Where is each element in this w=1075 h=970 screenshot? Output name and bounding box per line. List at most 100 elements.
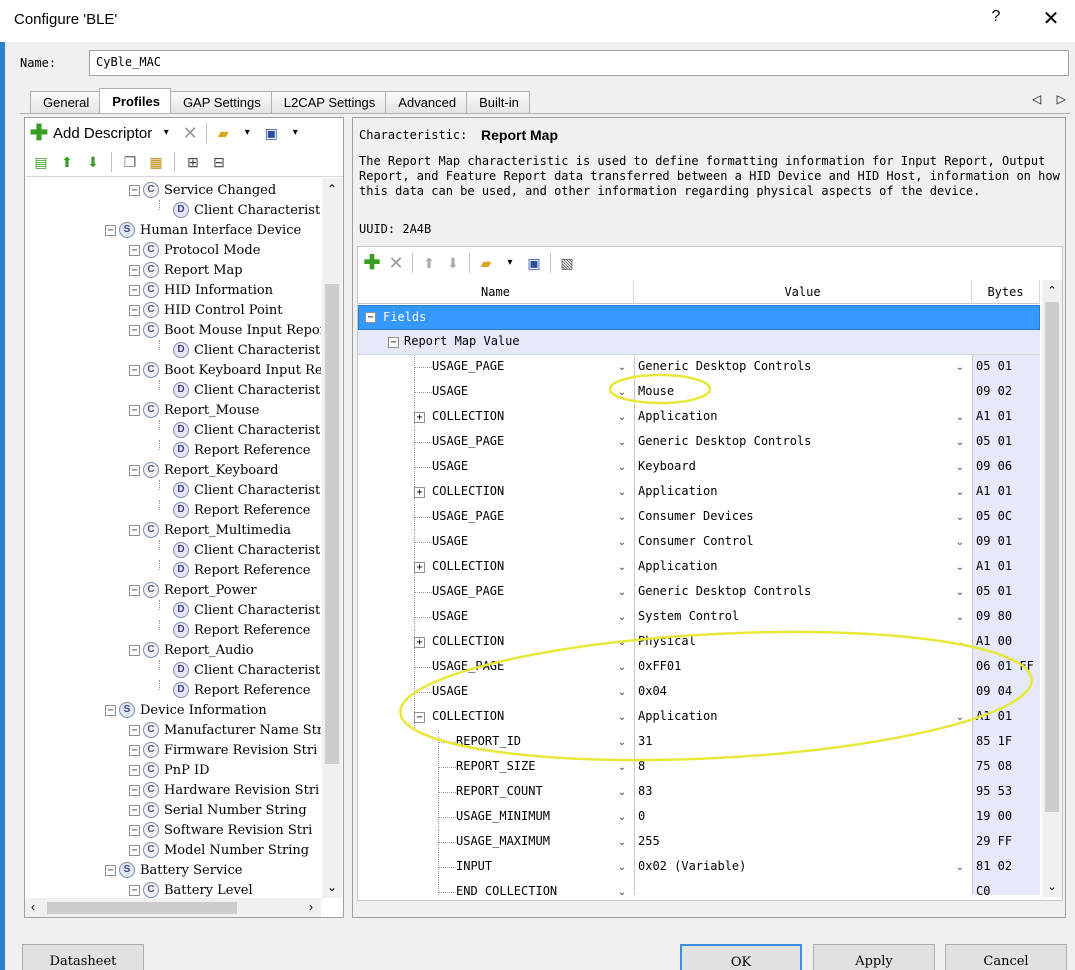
collapse-icon[interactable]: −	[129, 764, 140, 776]
expand-icon[interactable]: +	[414, 562, 425, 573]
value-cell[interactable]: Generic Desktop Controls ⌄	[634, 430, 972, 455]
column-header-name[interactable]: Name	[358, 280, 634, 304]
value-dropdown-icon[interactable]: ⌄	[950, 533, 970, 552]
tree-item[interactable]: D Report Reference	[173, 560, 310, 580]
grid-row[interactable]: USAGE ⌄ Keyboard ⌄ 09 06	[358, 455, 1040, 480]
collapse-icon[interactable]: −	[129, 744, 140, 756]
tab-general[interactable]: General	[30, 91, 101, 113]
value-dropdown-icon[interactable]: ⌄	[950, 433, 970, 452]
grid-row[interactable]: USAGE_MINIMUM ⌄ 0 19 00	[358, 805, 1040, 830]
tree-vertical-scrollbar[interactable]: ⌃ ⌄	[322, 178, 342, 898]
expand-icon[interactable]: +	[414, 412, 425, 423]
move-up-icon[interactable]: ⬆	[57, 152, 77, 172]
value-cell[interactable]: 83	[634, 780, 972, 805]
grid-row[interactable]: USAGE_PAGE ⌄ Generic Desktop Controls ⌄ 05 0…	[358, 355, 1040, 380]
name-dropdown-icon[interactable]: ⌄	[612, 433, 632, 452]
name-cell[interactable]: USAGE ⌄	[358, 380, 634, 405]
name-cell[interactable]: + COLLECTION ⌄	[358, 555, 634, 580]
name-dropdown-icon[interactable]: ⌄	[612, 383, 632, 402]
delete-icon[interactable]: ✕	[180, 123, 200, 143]
value-cell[interactable]: Application ⌄	[634, 555, 972, 580]
tree-item[interactable]: − C PnP ID	[129, 760, 210, 780]
tree-item[interactable]: − C Battery Level	[129, 880, 253, 898]
tab-profiles[interactable]: Profiles	[99, 88, 171, 113]
scroll-down-icon[interactable]: ⌄	[322, 880, 342, 894]
tree-item[interactable]: − C Report_Power	[129, 580, 257, 600]
name-cell[interactable]: END_COLLECTION ⌄	[358, 880, 634, 895]
name-cell[interactable]: + COLLECTION ⌄	[358, 405, 634, 430]
name-cell[interactable]: USAGE_PAGE ⌄	[358, 430, 634, 455]
tree-item[interactable]: − S Device Information	[105, 700, 267, 720]
value-cell[interactable]: Consumer Devices ⌄	[634, 505, 972, 530]
name-dropdown-icon[interactable]: ⌄	[612, 808, 632, 827]
save-icon[interactable]: ▣	[261, 123, 281, 143]
name-dropdown-icon[interactable]: ⌄	[612, 408, 632, 427]
tree-item[interactable]: D Client Characterist	[173, 540, 320, 560]
grid-row[interactable]: REPORT_ID ⌄ 31 85 1F	[358, 730, 1040, 755]
open-folder-icon[interactable]: ▰	[476, 253, 496, 273]
grid-row[interactable]: + COLLECTION ⌄ Physical ⌄ A1 00	[358, 630, 1040, 655]
expand-icon[interactable]: +	[414, 487, 425, 498]
tree-item[interactable]: − S Human Interface Device	[105, 220, 301, 240]
value-dropdown-icon[interactable]: ⌄	[950, 858, 970, 877]
cancel-button[interactable]: Cancel	[945, 944, 1067, 970]
name-cell[interactable]: USAGE ⌄	[358, 530, 634, 555]
name-input[interactable]: CyBle_MAC	[89, 50, 1069, 76]
collapse-all-icon[interactable]: ⊟	[209, 152, 229, 172]
name-dropdown-icon[interactable]: ⌄	[612, 683, 632, 702]
name-cell[interactable]: REPORT_SIZE ⌄	[358, 755, 634, 780]
tree-item[interactable]: D Client Characterist	[173, 600, 320, 620]
name-dropdown-icon[interactable]: ⌄	[612, 583, 632, 602]
scroll-down-icon[interactable]: ⌄	[1042, 880, 1062, 893]
grid-row[interactable]: USAGE ⌄ Mouse 09 02	[358, 380, 1040, 405]
move-down-icon[interactable]: ⬇	[443, 253, 463, 273]
value-cell[interactable]	[634, 880, 972, 895]
scroll-up-icon[interactable]: ⌃	[1042, 284, 1062, 297]
tree-item[interactable]: D Client Characterist	[173, 340, 320, 360]
apply-button[interactable]: Apply	[813, 944, 935, 970]
value-cell[interactable]: System Control ⌄	[634, 605, 972, 630]
column-header-bytes[interactable]: Bytes	[972, 280, 1040, 304]
tree-item[interactable]: D Client Characterist	[173, 480, 320, 500]
name-dropdown-icon[interactable]: ⌄	[612, 858, 632, 877]
name-cell[interactable]: INPUT ⌄	[358, 855, 634, 880]
collapse-icon[interactable]: −	[388, 337, 399, 348]
collapse-icon[interactable]: −	[129, 784, 140, 796]
value-dropdown-icon[interactable]: ⌄	[950, 358, 970, 377]
help-button[interactable]: ?	[984, 8, 1008, 26]
open-folder-icon[interactable]: ▰	[213, 123, 233, 143]
collapse-icon[interactable]: −	[129, 324, 140, 336]
collapse-icon[interactable]: −	[129, 724, 140, 736]
collapse-icon[interactable]: −	[129, 524, 140, 536]
tree-item[interactable]: − S Battery Service	[105, 860, 242, 880]
grid-row[interactable]: + COLLECTION ⌄ Application ⌄ A1 01	[358, 555, 1040, 580]
name-cell[interactable]: + COLLECTION ⌄	[358, 630, 634, 655]
ok-button[interactable]: OK	[680, 944, 802, 970]
value-cell[interactable]: Generic Desktop Controls ⌄	[634, 355, 972, 380]
expand-icon[interactable]: +	[414, 637, 425, 648]
tree-item[interactable]: − C Report_Keyboard	[129, 460, 278, 480]
tree-item[interactable]: − C Manufacturer Name Stri	[129, 720, 321, 740]
grid-row[interactable]: + COLLECTION ⌄ Application ⌄ A1 01	[358, 405, 1040, 430]
name-dropdown-icon[interactable]: ⌄	[612, 758, 632, 777]
value-cell[interactable]: 8	[634, 755, 972, 780]
value-cell[interactable]: 0x04	[634, 680, 972, 705]
grid-row[interactable]: + COLLECTION ⌄ Application ⌄ A1 01	[358, 480, 1040, 505]
tree-item[interactable]: − C HID Control Point	[129, 300, 283, 320]
tree-item[interactable]: − C Boot Keyboard Input Re	[129, 360, 321, 380]
import-icon[interactable]: ▧	[557, 253, 577, 273]
dropdown-arrow-icon[interactable]: ▾	[237, 123, 257, 143]
grid-row[interactable]: USAGE ⌄ System Control ⌄ 09 80	[358, 605, 1040, 630]
value-dropdown-icon[interactable]: ⌄	[950, 508, 970, 527]
name-cell[interactable]: USAGE_MINIMUM ⌄	[358, 805, 634, 830]
name-dropdown-icon[interactable]: ⌄	[612, 558, 632, 577]
name-cell[interactable]: USAGE_PAGE ⌄	[358, 355, 634, 380]
grid-row[interactable]: USAGE ⌄ 0x04 09 04	[358, 680, 1040, 705]
tab-built-in[interactable]: Built-in	[466, 91, 530, 113]
name-cell[interactable]: USAGE ⌄	[358, 680, 634, 705]
value-cell[interactable]: Consumer Control ⌄	[634, 530, 972, 555]
name-dropdown-icon[interactable]: ⌄	[612, 608, 632, 627]
tree-item[interactable]: D Report Reference	[173, 440, 310, 460]
tree-item[interactable]: D Client Characterist	[173, 660, 320, 680]
tree-item[interactable]: − C Report_Audio	[129, 640, 254, 660]
